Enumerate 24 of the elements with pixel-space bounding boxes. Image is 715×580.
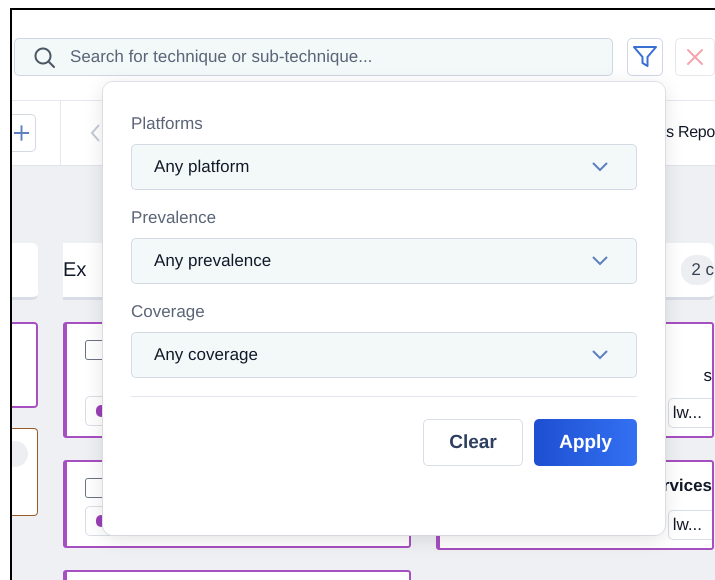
- filter-label: Prevalence: [131, 208, 218, 229]
- chevron-down-icon: [592, 256, 608, 266]
- count-badge: 2 c: [681, 255, 714, 285]
- close-icon: [685, 47, 705, 67]
- column-title: Ex: [63, 258, 86, 282]
- filter-label: Coverage: [131, 302, 206, 323]
- dropdown-field[interactable]: Any platform: [131, 144, 637, 190]
- chevron-down-icon: [592, 162, 608, 172]
- search-icon: [34, 47, 56, 69]
- search-field[interactable]: Search for technique or sub-technique...: [14, 38, 613, 76]
- filter-button[interactable]: [627, 38, 663, 76]
- add-button[interactable]: [12, 114, 36, 152]
- plus-icon: [12, 123, 31, 143]
- apply-button[interactable]: Apply: [534, 419, 637, 466]
- chevron-down-icon: [592, 350, 608, 360]
- tag-pill: lw...: [668, 510, 712, 540]
- tag-pill: lw...: [668, 398, 712, 428]
- filter-icon: [632, 45, 658, 69]
- card-title: s: [704, 366, 712, 386]
- dropdown-field[interactable]: Any coverage: [131, 332, 637, 378]
- filter-label: Platforms: [131, 114, 204, 135]
- clear-button[interactable]: Clear: [423, 419, 523, 466]
- tab[interactable]: s Repo: [663, 124, 715, 142]
- dropdown-field[interactable]: Any prevalence: [131, 238, 637, 284]
